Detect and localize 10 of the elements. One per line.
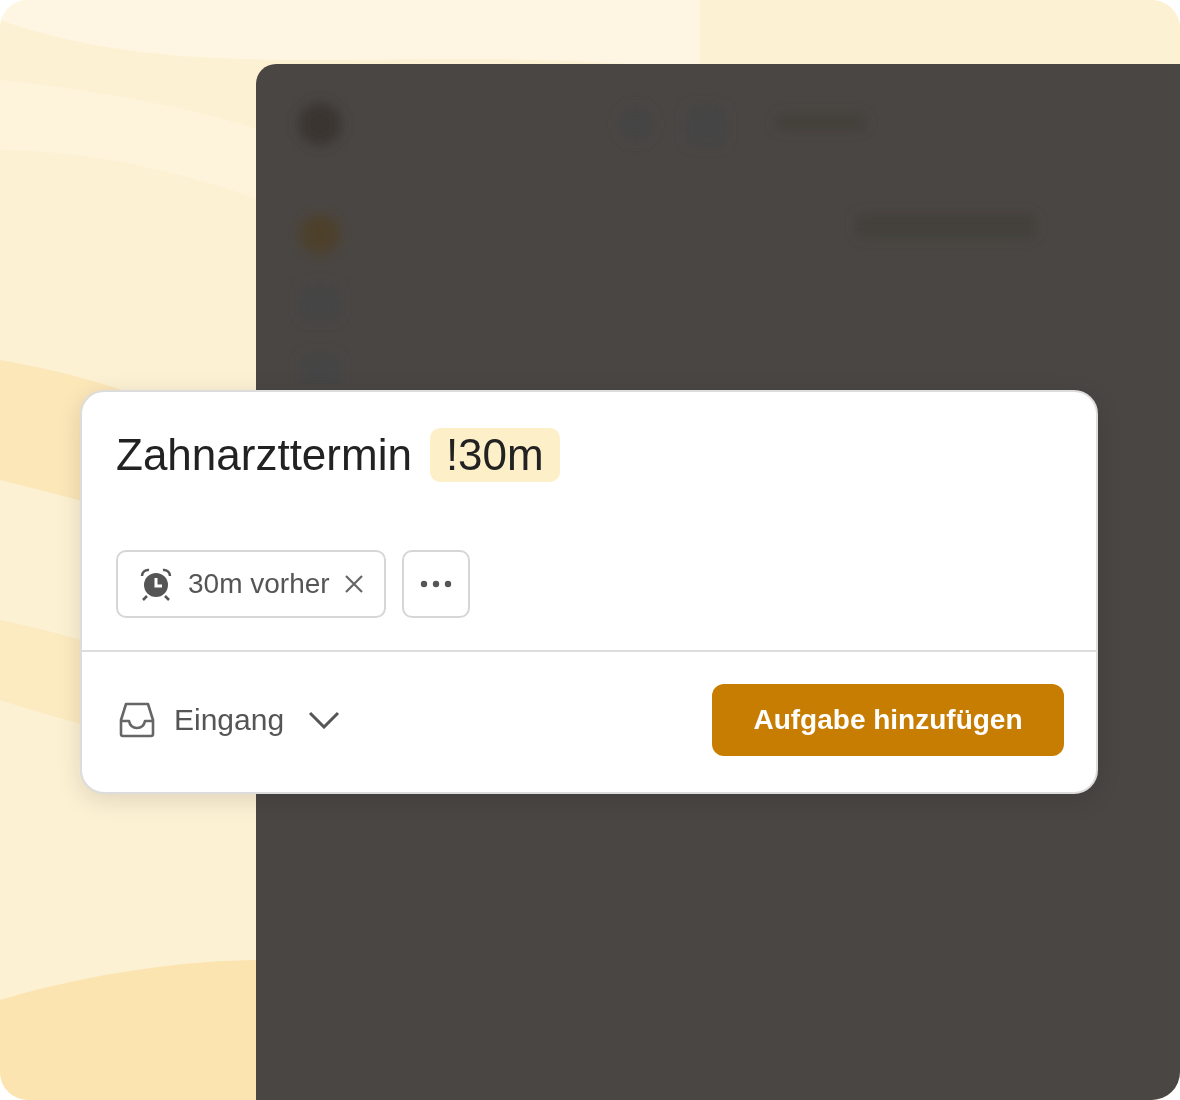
project-dropdown[interactable]: Eingang [118,701,341,739]
reminder-chip[interactable]: 30m vorher [116,550,386,618]
close-icon[interactable] [343,574,364,594]
chevron-down-icon [308,711,341,729]
inbox-icon [118,701,156,739]
more-icon [419,580,452,588]
more-button[interactable] [401,550,470,618]
reminder-tag: !30m [429,428,560,482]
task-title-input[interactable]: Zahnarzttermin [116,430,412,480]
alarm-clock-icon [138,567,174,601]
